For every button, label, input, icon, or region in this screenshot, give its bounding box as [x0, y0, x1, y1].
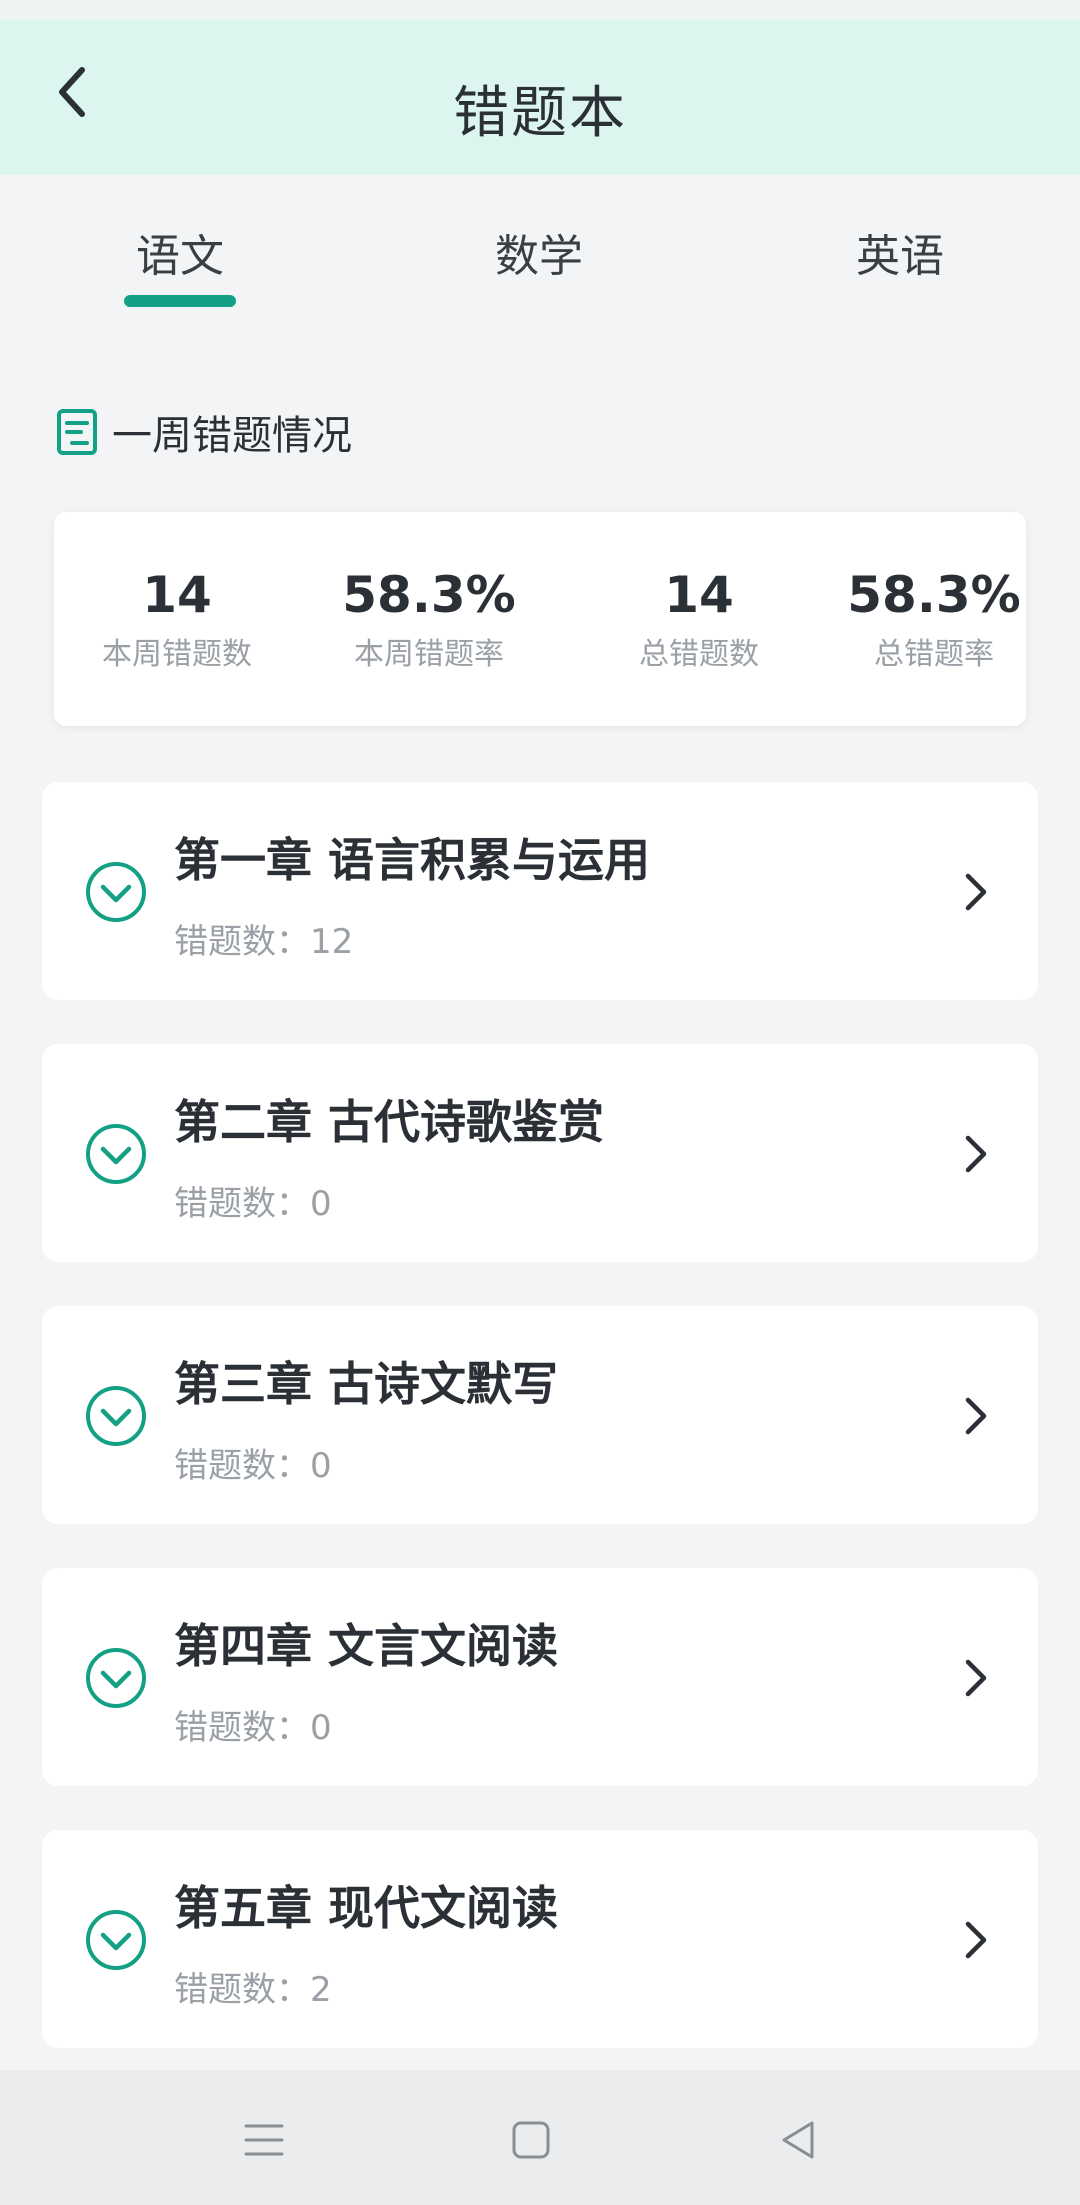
count-value: 12 — [310, 922, 354, 962]
chapter-title: 第五章 现代文阅读 — [174, 1881, 559, 1935]
active-tab-indicator — [124, 295, 236, 307]
system-navigation-bar — [0, 2070, 1080, 2205]
count-label: 错题数： — [174, 1708, 310, 1748]
chapter-card-5[interactable]: 第五章 现代文阅读 错题数：2 — [42, 1830, 1038, 2048]
stat-label: 总错题率 — [874, 637, 994, 672]
chapter-title: 第二章 古代诗歌鉴赏 — [174, 1095, 605, 1149]
stat-label: 本周错题数 — [102, 637, 252, 672]
count-label: 错题数： — [174, 922, 310, 962]
check-circle-icon — [86, 1910, 146, 1970]
app-header: 错题本 — [0, 20, 1080, 175]
stat-value: 58.3% — [847, 566, 1021, 624]
chapter-title: 第三章 古诗文默写 — [174, 1357, 559, 1411]
section-title: 一周错题情况 — [112, 413, 352, 459]
chapter-card-1[interactable]: 第一章 语言积累与运用 错题数：12 — [42, 782, 1038, 1000]
stat-week-count: 14 本周错题数 — [82, 568, 272, 673]
chevron-right-icon — [965, 873, 987, 911]
chapter-error-count: 错题数：12 — [174, 914, 353, 963]
stat-value: 14 — [664, 566, 734, 624]
count-label: 错题数： — [174, 1970, 310, 2010]
tab-math[interactable]: 数学 — [439, 220, 639, 284]
stat-label: 本周错题率 — [354, 637, 504, 672]
stat-total-count: 14 总错题数 — [614, 568, 784, 673]
page-title: 错题本 — [453, 81, 627, 146]
count-value: 0 — [310, 1446, 332, 1486]
count-value: 0 — [310, 1708, 332, 1748]
weekly-stats-card: 14 本周错题数 58.3% 本周错题率 14 总错题数 58.3% 总错题率 — [54, 512, 1026, 726]
chevron-right-icon — [965, 1921, 987, 1959]
menu-icon — [244, 2124, 284, 2156]
count-label: 错题数： — [174, 1446, 310, 1486]
status-bar — [0, 0, 1080, 20]
tab-english[interactable]: 英语 — [800, 220, 1000, 284]
subject-tabs: 语文 数学 英语 — [0, 175, 1080, 325]
nav-back-button[interactable] — [766, 2108, 830, 2172]
chapter-error-count: 错题数：0 — [174, 1438, 332, 1487]
chapter-error-count: 错题数：2 — [174, 1962, 332, 2011]
stat-value: 58.3% — [342, 566, 516, 624]
chapter-error-count: 错题数：0 — [174, 1176, 332, 1225]
check-circle-icon — [86, 1124, 146, 1184]
check-circle-icon — [86, 862, 146, 922]
chevron-right-icon — [965, 1659, 987, 1697]
check-circle-icon — [86, 1386, 146, 1446]
count-label: 错题数： — [174, 1184, 310, 1224]
stat-label: 总错题数 — [639, 637, 759, 672]
chevron-right-icon — [965, 1397, 987, 1435]
weekly-section-header: 一周错题情况 — [56, 404, 352, 460]
chapter-error-count: 错题数：0 — [174, 1700, 332, 1749]
chapter-title: 第一章 语言积累与运用 — [174, 833, 651, 887]
count-value: 0 — [310, 1184, 332, 1224]
chapter-title: 第四章 文言文阅读 — [174, 1619, 559, 1673]
stat-value: 14 — [142, 566, 212, 624]
chapter-card-3[interactable]: 第三章 古诗文默写 错题数：0 — [42, 1306, 1038, 1524]
count-value: 2 — [310, 1970, 332, 2010]
nav-home-button[interactable] — [499, 2108, 563, 2172]
document-icon — [57, 409, 97, 455]
tab-chinese[interactable]: 语文 — [80, 220, 280, 284]
check-circle-icon — [86, 1648, 146, 1708]
stat-total-rate: 58.3% 总错题率 — [844, 568, 1024, 673]
stat-week-rate: 58.3% 本周错题率 — [324, 568, 534, 673]
back-triangle-icon — [782, 2121, 814, 2159]
chapter-card-2[interactable]: 第二章 古代诗歌鉴赏 错题数：0 — [42, 1044, 1038, 1262]
chevron-right-icon — [965, 1135, 987, 1173]
chapter-card-4[interactable]: 第四章 文言文阅读 错题数：0 — [42, 1568, 1038, 1786]
nav-menu-button[interactable] — [232, 2108, 296, 2172]
home-square-icon — [512, 2121, 550, 2159]
